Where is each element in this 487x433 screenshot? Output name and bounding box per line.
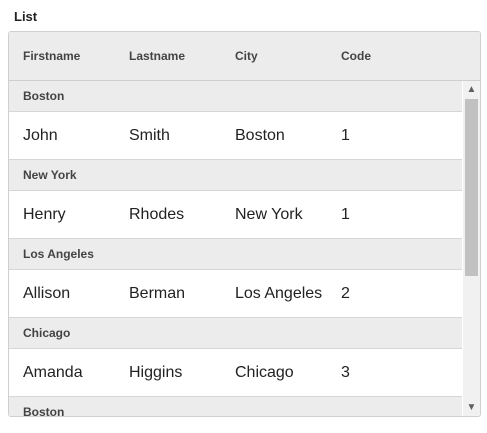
cell-code: 1: [341, 127, 350, 144]
cell-lastname: Rhodes: [129, 206, 185, 223]
cell-city: New York: [235, 206, 303, 223]
cell-code: 2: [341, 285, 350, 302]
cell-code: 3: [341, 364, 350, 381]
table-row[interactable]: John Smith Boston 1: [9, 112, 462, 160]
cell-firstname: John: [23, 127, 58, 144]
vertical-scrollbar[interactable]: ▲ ▼: [463, 81, 480, 416]
chevron-up-icon[interactable]: ▲: [463, 81, 480, 98]
cell-city: Chicago: [235, 364, 294, 381]
cell-lastname: Berman: [129, 285, 186, 302]
cell-firstname: Allison: [23, 285, 71, 302]
column-header-city[interactable]: City: [235, 32, 258, 80]
group-header-boston-partial[interactable]: Boston: [9, 397, 462, 416]
cell-firstname: Henry: [23, 206, 66, 223]
group-header-chicago[interactable]: Chicago: [9, 318, 462, 349]
chevron-down-icon[interactable]: ▼: [463, 399, 480, 416]
table-row[interactable]: Amanda Higgins Chicago 3: [9, 349, 462, 397]
table-row[interactable]: Henry Rhodes New York 1: [9, 191, 462, 239]
scrollbar-thumb[interactable]: [465, 99, 478, 276]
group-header-new-york[interactable]: New York: [9, 160, 462, 191]
cell-city: Boston: [235, 127, 285, 144]
cell-firstname: Amanda: [23, 364, 83, 381]
cell-lastname: Higgins: [129, 364, 183, 381]
list-title: List: [14, 9, 38, 24]
column-header-code[interactable]: Code: [341, 32, 371, 80]
data-grid: Firstname Lastname City Code Boston John…: [8, 31, 481, 417]
group-header-los-angeles[interactable]: Los Angeles: [9, 239, 462, 270]
grid-body: Boston John Smith Boston 1 New York Henr…: [9, 81, 462, 416]
cell-lastname: Smith: [129, 127, 170, 144]
grid-header: Firstname Lastname City Code: [9, 32, 480, 81]
table-row[interactable]: Allison Berman Los Angeles 2: [9, 270, 462, 318]
group-header-boston[interactable]: Boston: [9, 81, 462, 112]
column-header-lastname[interactable]: Lastname: [129, 32, 185, 80]
cell-code: 1: [341, 206, 350, 223]
column-header-firstname[interactable]: Firstname: [23, 32, 80, 80]
cell-city: Los Angeles: [235, 285, 323, 302]
